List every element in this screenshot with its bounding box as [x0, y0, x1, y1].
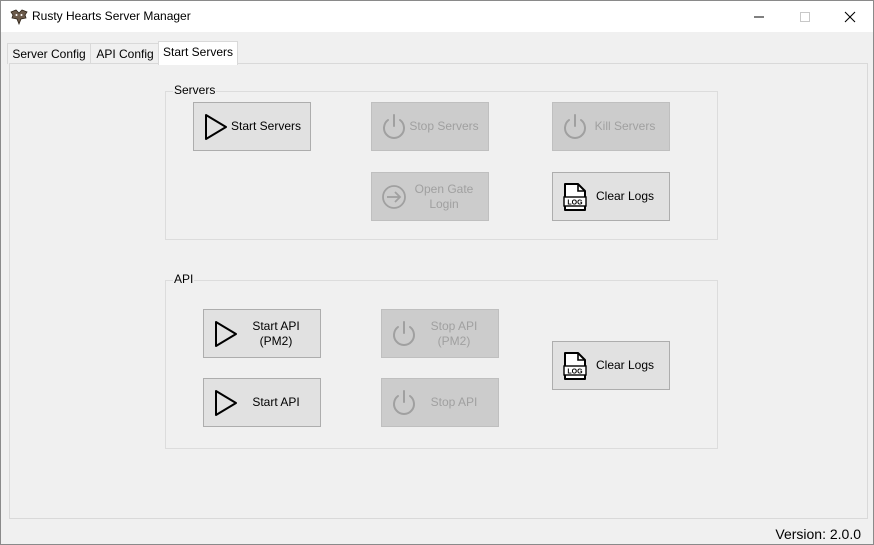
- power-icon: [383, 113, 405, 139]
- start-api-button[interactable]: Start API: [203, 378, 321, 427]
- play-icon: [205, 113, 227, 140]
- play-icon: [215, 389, 237, 416]
- clear-server-logs-label: Clear Logs: [595, 189, 655, 203]
- api-group-label: API: [173, 272, 195, 286]
- login-arrow-icon: [382, 184, 406, 209]
- window-title: Rusty Hearts Server Manager: [32, 9, 191, 23]
- stop-servers-label: Stop Servers: [409, 119, 479, 133]
- power-icon: [393, 389, 415, 415]
- tab-server-config[interactable]: Server Config: [7, 43, 91, 64]
- close-button[interactable]: [827, 1, 873, 32]
- maximize-button: [782, 1, 828, 32]
- rusty-hearts-logo-icon: [10, 9, 28, 25]
- start-servers-button[interactable]: Start Servers: [193, 102, 311, 151]
- clear-api-logs-label: Clear Logs: [595, 358, 655, 372]
- log-file-icon: LOG: [563, 351, 587, 380]
- play-icon: [215, 320, 237, 347]
- power-icon: [393, 320, 415, 346]
- kill-servers-label: Kill Servers: [594, 119, 656, 133]
- minimize-icon: [754, 16, 764, 17]
- clear-api-logs-button[interactable]: LOG Clear Logs: [552, 341, 670, 390]
- start-servers-panel: Servers Start Servers Stop Servers Kill …: [9, 63, 868, 519]
- start-api-pm2-button[interactable]: Start API (PM2): [203, 309, 321, 358]
- close-icon: [844, 11, 856, 22]
- stop-api-label: Stop API: [430, 395, 478, 409]
- api-group: API Start API (PM2) Stop API (PM2) Start: [165, 272, 718, 449]
- minimize-button[interactable]: [736, 1, 782, 32]
- start-api-label: Start API: [252, 395, 300, 409]
- app-window: Rusty Hearts Server Manager Server Confi…: [0, 0, 874, 545]
- title-bar[interactable]: Rusty Hearts Server Manager: [1, 1, 873, 32]
- stop-servers-button: Stop Servers: [371, 102, 489, 151]
- clear-server-logs-button[interactable]: LOG Clear Logs: [552, 172, 670, 221]
- stop-api-pm2-label: Stop API (PM2): [430, 318, 478, 348]
- tab-start-servers[interactable]: Start Servers: [158, 41, 238, 65]
- start-api-pm2-label: Start API (PM2): [252, 318, 300, 348]
- stop-api-button: Stop API: [381, 378, 499, 427]
- start-servers-label: Start Servers: [230, 119, 302, 133]
- open-gate-login-button: Open Gate Login: [371, 172, 489, 221]
- maximize-icon: [800, 11, 810, 22]
- log-file-icon: LOG: [563, 182, 587, 211]
- servers-group-label: Servers: [173, 83, 217, 97]
- version-label: Version: 2.0.0: [775, 526, 861, 542]
- log-icon-text: LOG: [567, 368, 583, 375]
- open-gate-login-label: Open Gate Login: [414, 181, 474, 211]
- tab-api-config[interactable]: API Config: [90, 43, 160, 64]
- servers-group: Servers Start Servers Stop Servers Kill …: [165, 83, 718, 240]
- log-icon-text: LOG: [567, 199, 583, 206]
- kill-servers-button: Kill Servers: [552, 102, 670, 151]
- stop-api-pm2-button: Stop API (PM2): [381, 309, 499, 358]
- power-icon: [564, 113, 586, 139]
